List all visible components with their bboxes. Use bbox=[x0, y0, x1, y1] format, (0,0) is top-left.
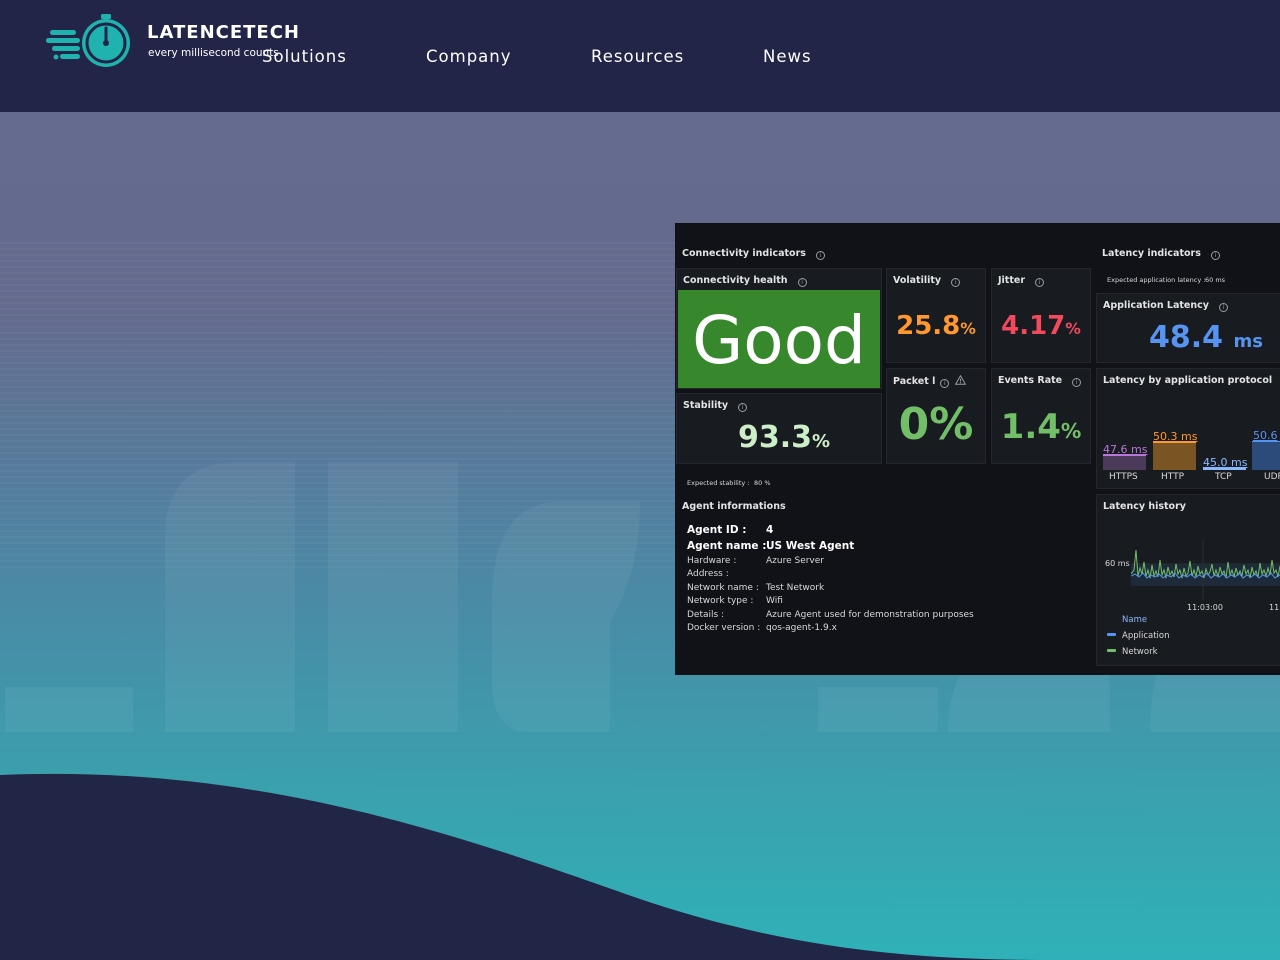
latency-history-title: Latency history bbox=[1103, 501, 1186, 512]
connectivity-health-panel: Connectivity health i Good bbox=[676, 268, 882, 389]
application-latency-value: 48.4 ms bbox=[1149, 320, 1263, 355]
agent-address-row: Address : bbox=[687, 569, 729, 579]
application-latency-panel: Application Latency i 48.4 ms bbox=[1096, 293, 1280, 363]
info-icon[interactable]: i bbox=[797, 278, 807, 287]
latency-history-x-tick-2: 11:04 bbox=[1269, 603, 1280, 612]
volatility-title: Volatility i bbox=[893, 275, 961, 287]
info-icon[interactable]: i bbox=[1035, 278, 1045, 287]
events-rate-title: Events Rate i bbox=[998, 375, 1082, 387]
connectivity-health-value: Good bbox=[692, 302, 866, 379]
agent-hardware-row: Hardware : Azure Server bbox=[687, 556, 824, 566]
agent-details-row: Details : Azure Agent used for demonstrat… bbox=[687, 610, 974, 620]
expected-stability-label: Expected stability : bbox=[687, 479, 750, 487]
info-icon[interactable]: i bbox=[1210, 251, 1220, 260]
brand-name[interactable]: LATENCETECH bbox=[147, 22, 300, 43]
stability-value: 93.3% bbox=[738, 420, 831, 455]
info-icon[interactable]: i bbox=[815, 251, 825, 260]
protocol-value-udp: 50.6 bbox=[1253, 429, 1278, 442]
info-icon[interactable]: i bbox=[940, 379, 950, 388]
agent-name-row: Agent name : US West Agent bbox=[687, 540, 855, 552]
stopwatch-logo-icon[interactable] bbox=[46, 13, 136, 73]
agent-id-row: Agent ID :4 bbox=[687, 524, 774, 536]
latency-history-x-tick-1: 11:03:00 bbox=[1187, 603, 1223, 612]
jitter-panel: Jitter i 4.17% bbox=[991, 268, 1091, 363]
stability-panel: Stability i 93.3% bbox=[676, 393, 882, 464]
brand-tagline: every millisecond counts bbox=[148, 47, 279, 59]
protocol-value-http: 50.3 ms bbox=[1153, 430, 1198, 443]
protocol-bar-http bbox=[1153, 442, 1196, 470]
protocol-label-https: HTTPS bbox=[1109, 472, 1138, 482]
warning-icon[interactable] bbox=[955, 375, 967, 385]
jitter-title: Jitter i bbox=[998, 275, 1045, 287]
packet-loss-panel: Packet li 0% bbox=[886, 368, 986, 464]
nav-resources[interactable]: Resources bbox=[591, 47, 684, 66]
protocol-bar-https bbox=[1103, 455, 1146, 470]
expected-latency-label: Expected application latency : bbox=[1107, 276, 1206, 284]
site-header: LATENCETECH every millisecond counts Sol… bbox=[0, 0, 1280, 112]
latency-history-chart bbox=[1131, 540, 1280, 600]
latency-indicators-title: Latency indicators i bbox=[1102, 248, 1220, 260]
nav-company[interactable]: Company bbox=[426, 47, 512, 66]
application-latency-title: Application Latency i bbox=[1103, 300, 1228, 312]
info-icon[interactable]: i bbox=[1072, 378, 1082, 387]
agent-network-type-row: Network type : Wifi bbox=[687, 596, 783, 606]
packet-loss-title: Packet li bbox=[893, 375, 967, 388]
latency-protocol-title: Latency by application protocol bbox=[1103, 375, 1273, 386]
volatility-panel: Volatility i 25.8% bbox=[886, 268, 986, 363]
nav-news[interactable]: News bbox=[763, 47, 812, 66]
protocol-label-http: HTTP bbox=[1161, 472, 1185, 482]
connectivity-indicators-title: Connectivity indicators i bbox=[682, 248, 825, 260]
connectivity-health-title: Connectivity health i bbox=[683, 275, 807, 287]
legend-application[interactable]: Application bbox=[1107, 631, 1170, 641]
jitter-value: 4.17% bbox=[1001, 311, 1081, 341]
protocol-value-https: 47.6 ms bbox=[1103, 443, 1148, 456]
info-icon[interactable]: i bbox=[738, 403, 748, 412]
packet-loss-value: 0% bbox=[898, 399, 974, 450]
stability-title: Stability i bbox=[683, 400, 748, 412]
volatility-value: 25.8% bbox=[896, 311, 976, 341]
expected-latency-value: 60 ms bbox=[1205, 276, 1226, 284]
latency-history-panel: Latency history 60 ms 11:03:00 11:04 Nam… bbox=[1096, 494, 1280, 666]
info-icon[interactable]: i bbox=[1218, 303, 1228, 312]
nav-solutions[interactable]: Solutions bbox=[262, 47, 347, 66]
legend-header[interactable]: Name bbox=[1122, 615, 1147, 625]
latency-protocol-panel: Latency by application protocol 47.6 ms … bbox=[1096, 368, 1280, 489]
legend-network[interactable]: Network bbox=[1107, 647, 1158, 657]
events-rate-value: 1.4% bbox=[1000, 407, 1082, 447]
agent-network-name-row: Network name : Test Network bbox=[687, 583, 825, 593]
protocol-value-tcp: 45.0 ms bbox=[1203, 456, 1248, 469]
agent-informations-title: Agent informations bbox=[682, 501, 786, 512]
info-icon[interactable]: i bbox=[951, 278, 961, 287]
protocol-label-udp: UDP bbox=[1264, 472, 1280, 482]
dashboard-preview: Connectivity indicators i Latency indicat… bbox=[675, 223, 1280, 675]
events-rate-panel: Events Rate i 1.4% bbox=[991, 368, 1091, 464]
protocol-label-tcp: TCP bbox=[1215, 472, 1232, 482]
protocol-bar-udp bbox=[1252, 441, 1280, 470]
latency-history-y-tick: 60 ms bbox=[1105, 559, 1130, 568]
health-status-block: Good bbox=[678, 290, 880, 388]
agent-docker-version-row: Docker version : qos-agent-1.9.x bbox=[687, 623, 837, 633]
expected-stability-value: 80 % bbox=[754, 479, 771, 487]
